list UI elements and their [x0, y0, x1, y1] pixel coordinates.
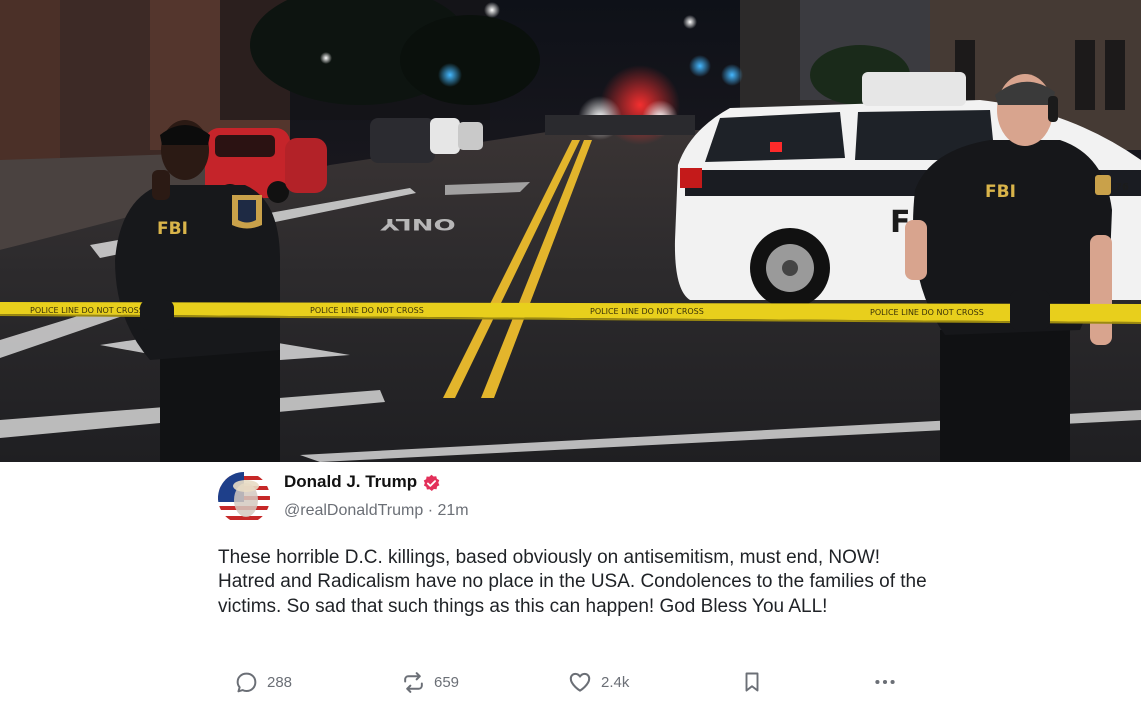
- reply-button[interactable]: 288: [234, 666, 292, 698]
- vest-left-text: FBI: [157, 219, 188, 239]
- tape-text-2: POLICE LINE DO NOT CROSS: [310, 306, 424, 315]
- road-marking-text: ONLY: [380, 214, 456, 232]
- post-text: These horrible D.C. killings, based obvi…: [218, 547, 927, 617]
- bookmark-icon: [740, 669, 764, 695]
- reply-count: 288: [267, 673, 293, 691]
- reply-icon: [234, 670, 259, 695]
- meta-separator: ·: [427, 502, 434, 519]
- bookmark-button[interactable]: [740, 666, 764, 698]
- action-bar: 288 659 2.4k: [0, 666, 1141, 700]
- tape-text-3: POLICE LINE DO NOT CROSS: [590, 307, 704, 316]
- handle-line: @realDonaldTrump · 21m: [284, 502, 469, 520]
- verified-icon: [422, 474, 441, 493]
- avatar[interactable]: [218, 472, 270, 524]
- like-count: 2.4k: [601, 673, 630, 691]
- tape-text-4: POLICE LINE DO NOT CROSS: [870, 308, 984, 317]
- tape-text-1: POLICE LINE DO NOT CROSS: [30, 306, 144, 315]
- vest-right-text: FBI: [985, 182, 1016, 202]
- post-time[interactable]: 21m: [438, 502, 469, 519]
- more-button[interactable]: [872, 666, 898, 698]
- car-number: 176: [1108, 182, 1129, 193]
- more-icon: [872, 669, 898, 695]
- like-button[interactable]: 2.4k: [567, 666, 629, 698]
- author-handle[interactable]: @realDonaldTrump: [284, 502, 423, 519]
- repost-icon: [401, 670, 426, 695]
- repost-button[interactable]: 659: [401, 666, 459, 698]
- like-icon: [567, 669, 593, 695]
- post-photo[interactable]: ONLY F 176 FBI FBI POLICE LINE DO NOT CR…: [0, 0, 1141, 462]
- repost-count: 659: [434, 673, 460, 691]
- author-name[interactable]: Donald J. Trump: [284, 472, 417, 492]
